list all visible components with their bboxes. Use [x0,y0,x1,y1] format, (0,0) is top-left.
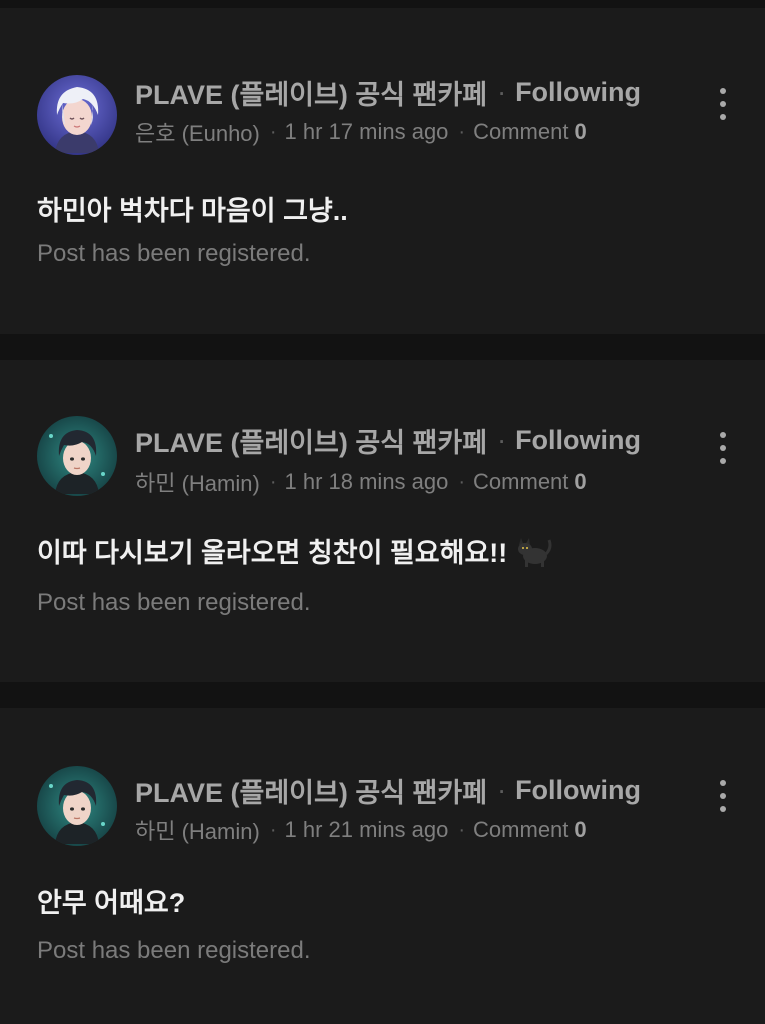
avatar-hamin-image [37,416,117,496]
cafe-name-link[interactable]: PLAVE (플레이브) 공식 팬카페 [135,771,487,810]
avatar-eunho-image [37,75,117,155]
post-time: 1 hr 21 mins ago [284,817,449,842]
comment-label[interactable]: Comment [473,119,568,145]
more-vertical-icon[interactable] [708,428,738,468]
author-avatar-hamin[interactable] [37,766,117,846]
comment-label[interactable]: Comment [473,817,568,843]
following-button[interactable]: Following [515,77,641,108]
separator-dot: · [497,424,507,455]
black-cat-emoji [511,532,553,568]
separator-dot: · [458,120,466,143]
post-header: PLAVE (플레이브) 공식 팬카페 · Following [135,774,641,808]
cafe-name-link[interactable]: PLAVE (플레이브) 공식 팬카페 [135,421,487,460]
more-dot [720,432,726,438]
post-title-text: 이따 다시보기 올라오면 칭찬이 필요해요!! [37,537,508,568]
post-time: 1 hr 18 mins ago [284,469,449,494]
post-title[interactable]: 이따 다시보기 올라오면 칭찬이 필요해요!! [37,532,553,568]
post-status: Post has been registered. [37,937,311,964]
feed-post[interactable]: PLAVE (플레이브) 공식 팬카페 · Following 은호 (Eunh… [0,8,765,334]
comment-count: 0 [574,119,587,144]
separator-dot: · [269,120,277,143]
separator-dot: · [458,470,466,493]
post-title[interactable]: 하민아 벅차다 마음이 그냥.. [37,190,348,226]
post-status: Post has been registered. [37,589,311,616]
post-meta: 하민 (Hamin) · 1 hr 21 mins ago · Comment … [135,816,587,844]
comment-count: 0 [574,469,587,494]
avatar-hamin-image [37,766,117,846]
post-time: 1 hr 17 mins ago [284,119,449,144]
following-button[interactable]: Following [515,775,641,806]
more-dot [720,458,726,464]
feed-list: PLAVE (플레이브) 공식 팬카페 · Following 은호 (Eunh… [0,0,765,1024]
cafe-name-link[interactable]: PLAVE (플레이브) 공식 팬카페 [135,73,487,112]
more-dot [720,114,726,120]
post-header: PLAVE (플레이브) 공식 팬카페 · Following [135,424,641,458]
separator-dot: · [269,818,277,841]
more-dot [720,101,726,107]
separator-dot: · [269,470,277,493]
author-avatar-hamin[interactable] [37,416,117,496]
comment-count: 0 [574,817,587,842]
author-name[interactable]: 은호 (Eunho) [135,116,260,148]
more-vertical-icon[interactable] [708,776,738,816]
more-dot [720,793,726,799]
separator-dot: · [497,774,507,805]
separator-dot: · [458,818,466,841]
post-meta: 하민 (Hamin) · 1 hr 18 mins ago · Comment … [135,468,587,496]
author-name[interactable]: 하민 (Hamin) [135,814,260,846]
author-name[interactable]: 하민 (Hamin) [135,466,260,498]
comment-label[interactable]: Comment [473,469,568,495]
more-dot [720,806,726,812]
more-vertical-icon[interactable] [708,84,738,124]
author-avatar-eunho[interactable] [37,75,117,155]
more-dot [720,445,726,451]
post-meta: 은호 (Eunho) · 1 hr 17 mins ago · Comment … [135,118,587,146]
post-title[interactable]: 안무 어때요? [37,882,185,918]
separator-dot: · [497,76,507,107]
feed-post[interactable]: PLAVE (플레이브) 공식 팬카페 · Following 하민 (Hami… [0,360,765,682]
following-button[interactable]: Following [515,425,641,456]
more-dot [720,88,726,94]
post-status: Post has been registered. [37,240,311,267]
post-header: PLAVE (플레이브) 공식 팬카페 · Following [135,76,641,110]
feed-post[interactable]: PLAVE (플레이브) 공식 팬카페 · Following 하민 (Hami… [0,708,765,1024]
more-dot [720,780,726,786]
